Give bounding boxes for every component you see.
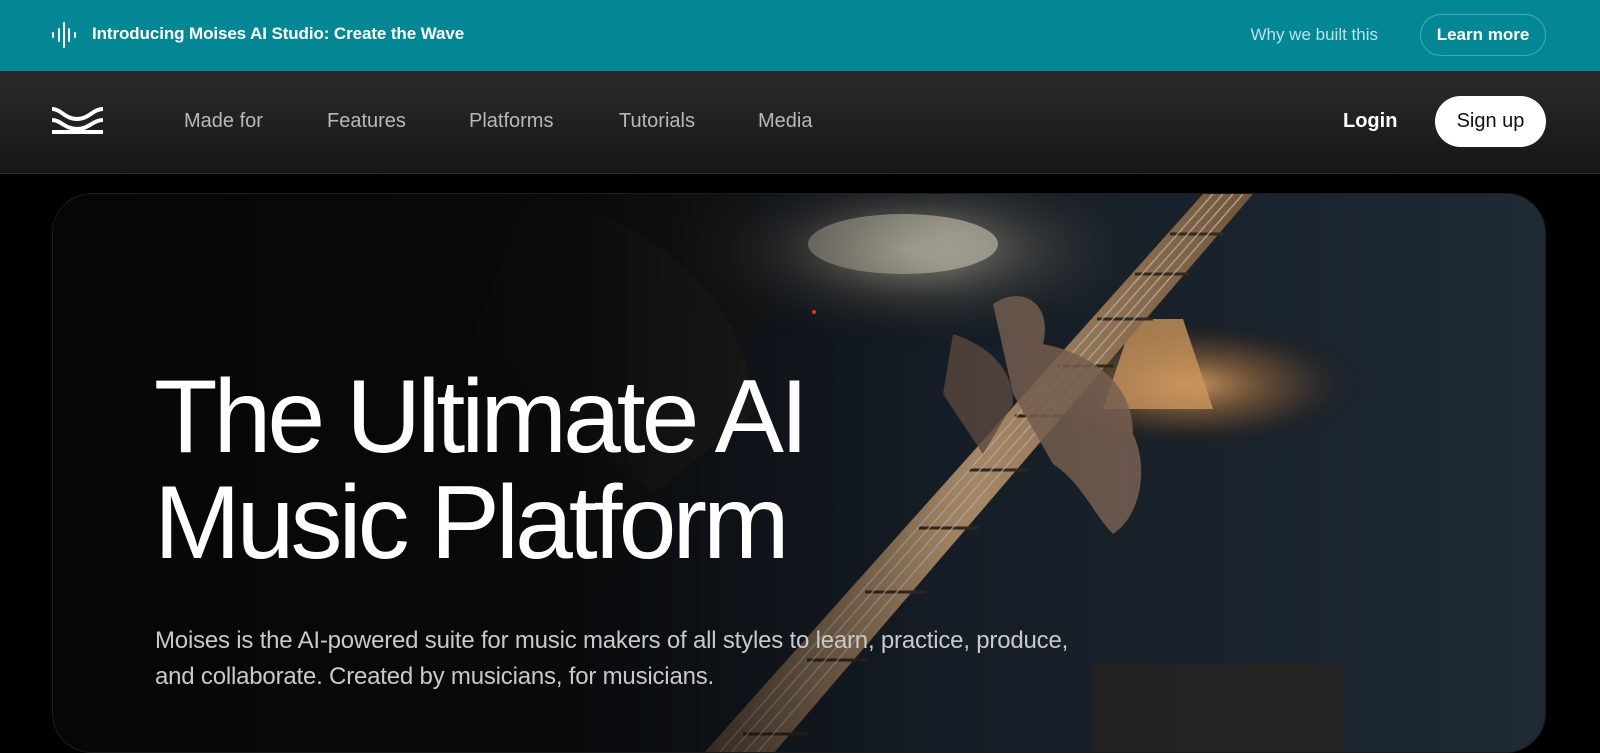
login-link[interactable]: Login bbox=[1343, 107, 1397, 135]
nav-item-media[interactable]: Media bbox=[758, 107, 812, 135]
waveform-icon bbox=[52, 22, 76, 48]
announcement-bar: Introducing Moises AI Studio: Create the… bbox=[0, 0, 1600, 71]
learn-more-button[interactable]: Learn more bbox=[1420, 14, 1546, 56]
nav-item-made-for[interactable]: Made for bbox=[184, 107, 263, 135]
hero-title-line-2: Music Platform bbox=[154, 465, 790, 581]
hero-section: The Ultimate AI Music Platform Moises is… bbox=[52, 193, 1546, 753]
nav-item-features[interactable]: Features bbox=[327, 107, 406, 135]
moises-wave-logo-icon[interactable] bbox=[51, 105, 104, 137]
announcement-text: Introducing Moises AI Studio: Create the… bbox=[92, 24, 465, 43]
main-nav: Made for Features Platforms Tutorials Me… bbox=[0, 71, 1600, 174]
hero-subtitle: Moises is the AI-powered suite for music… bbox=[155, 627, 1069, 690]
hero-title-line-1: The Ultimate AI bbox=[154, 359, 809, 475]
why-we-built-this-link[interactable]: Why we built this bbox=[1250, 23, 1378, 47]
hero-title: The Ultimate AI Music Platform bbox=[154, 364, 954, 576]
nav-item-platforms[interactable]: Platforms bbox=[469, 107, 553, 135]
nav-item-tutorials[interactable]: Tutorials bbox=[619, 107, 695, 135]
sign-up-button[interactable]: Sign up bbox=[1435, 96, 1546, 147]
